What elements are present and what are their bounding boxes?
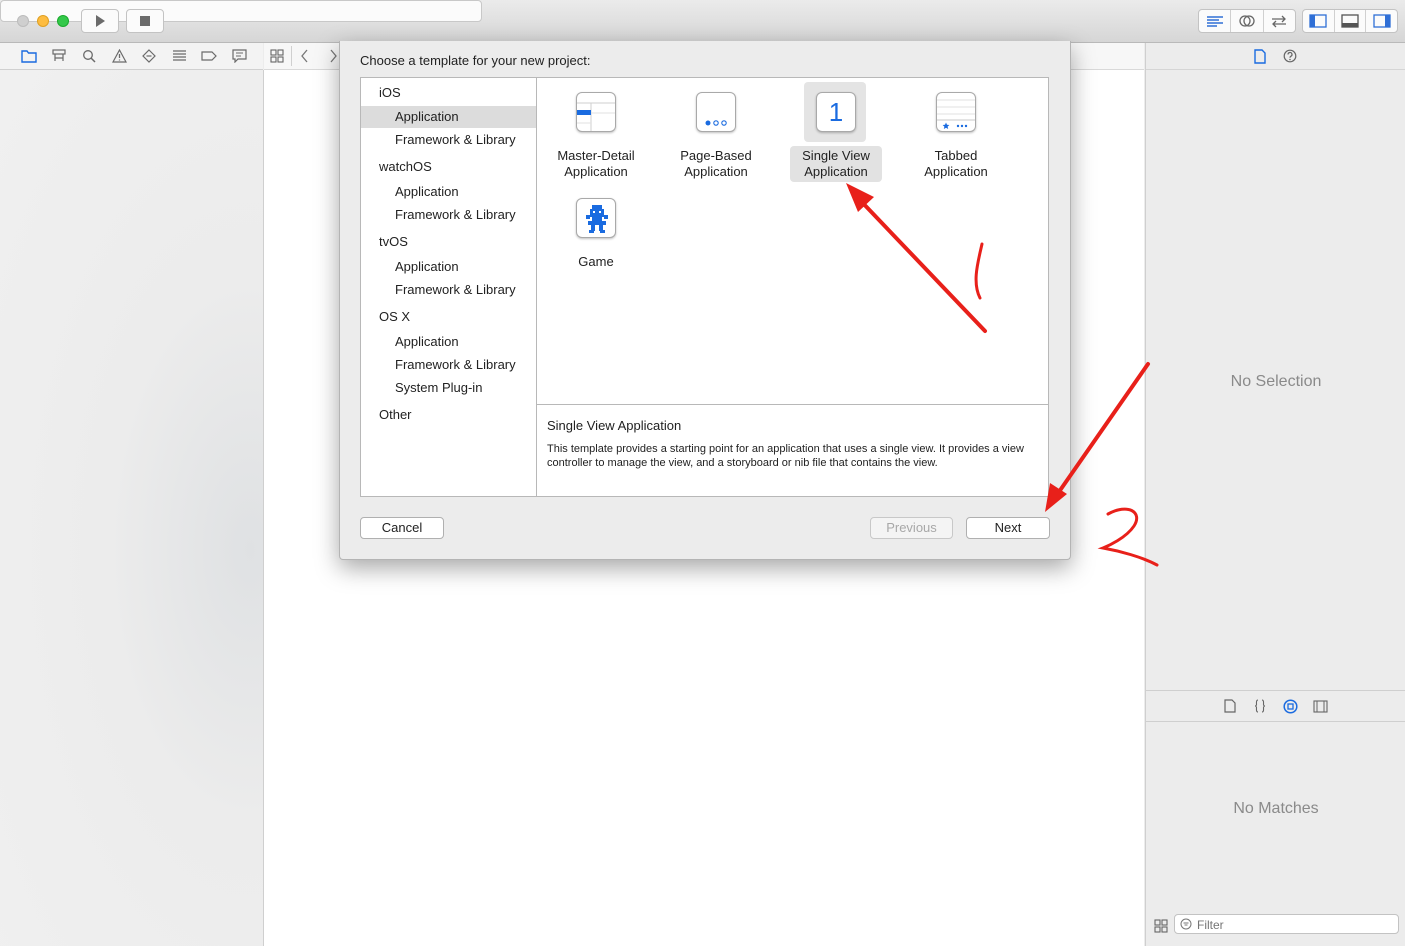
annotation-mark-1-stroke [974,242,984,300]
annotation-overlay [846,183,1159,567]
annotation-arrow-2 [1045,362,1150,512]
annotation-mark-2-stroke [1097,507,1159,567]
annotation-arrow-1 [846,183,987,333]
